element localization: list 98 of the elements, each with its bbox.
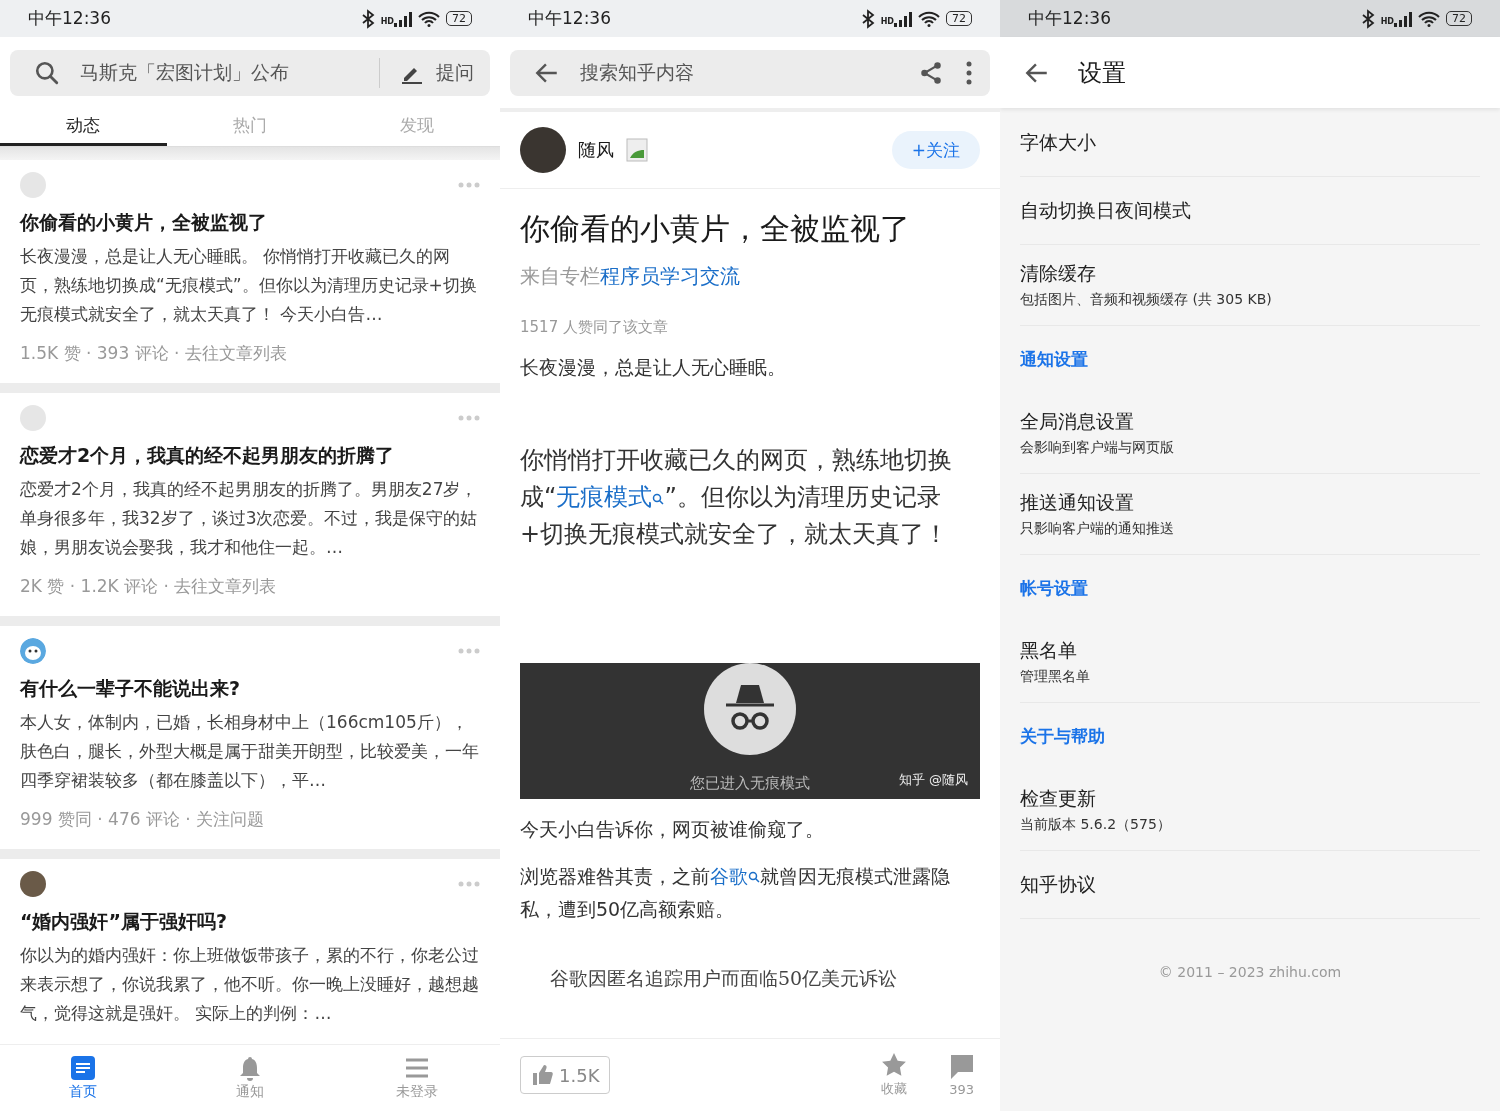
likes-line: 1517 人赞同了该文章 [520, 318, 669, 337]
feed-card[interactable]: 你偷看的小黄片，全被监视了 长夜漫漫，总是让人无心睡眠。 你悄悄打开收藏已久的网页，熟练地切换成“无痕模式”。但你以为清理历史记录+切换无痕模式就安全了，就太天真了！ 今天小白告… 1.5K 赞 · 393 评论 · 去往文章列表 [0, 160, 500, 383]
like-button[interactable]: 1.5K [520, 1056, 611, 1094]
settings-item[interactable]: 字体大小 [1020, 109, 1480, 177]
item-description: 管理黑名单 [1020, 668, 1091, 686]
article-title: 你偷看的小黄片，全被监视了 [520, 210, 911, 248]
follow-button[interactable]: +关注 [891, 131, 980, 169]
section-heading: 关于与帮助 [1020, 725, 1106, 748]
share-icon [918, 60, 944, 86]
more-icon [458, 415, 480, 421]
more-icon [964, 60, 974, 86]
avatar [20, 638, 46, 664]
search-icon [652, 493, 665, 505]
article-paragraph: 浏览器难咎其责，之前谷歌 就曾因无痕模式泄露隐私，遭到50亿高额索赔。 [520, 864, 951, 922]
avatar [520, 127, 566, 173]
image-credit: 知乎 @随风 [898, 771, 968, 789]
settings-item[interactable]: 全局消息设置 会影响到客户端与网页版 [1020, 393, 1480, 474]
more-icon [458, 881, 480, 887]
keyword-link[interactable]: 谷歌 [710, 865, 760, 887]
settings-item[interactable]: 自动切换日夜间模式 [1020, 177, 1480, 245]
item-description: 会影响到客户端与网页版 [1020, 439, 1175, 457]
card-excerpt: 恋爱才2个月，我真的经不起男朋友的折腾了。男朋友27岁，单身很多年，我32岁了，谈过3次恋爱。不过，我是保守的姑娘，男朋友说会娶我，我才和他住一起。… [20, 478, 479, 559]
clock: 中午12:36 [28, 7, 111, 30]
signal-icon [394, 10, 412, 27]
star-icon [881, 1052, 908, 1078]
settings-item[interactable]: 黑名单 管理黑名单 [1020, 622, 1480, 703]
column-link[interactable]: 程序员学习交流 [600, 264, 740, 288]
article-paragraph: 你悄悄打开收藏已久的网页，熟练地切换成“无痕模式 ”。但你以为清理历史记录+切换无痕模式就安全了，就太天真了！ [520, 445, 953, 550]
settings-item[interactable]: 推送通知设置 只影响客户端的通知推送 [1020, 474, 1480, 555]
link-card-title[interactable]: 谷歌因匿名追踪用户而面临50亿美元诉讼 [520, 966, 980, 992]
card-excerpt: 长夜漫漫，总是让人无心睡眠。 你悄悄打开收藏已久的网页，熟练地切换成“无痕模式”。但你以为清理历史记录+切换无痕模式就安全了，就太天真了！ 今天小白告… [20, 245, 478, 326]
author-name[interactable]: 随风 [578, 138, 614, 162]
feed-card[interactable]: “婚内强奸”属于强奸吗? 你以为的婚内强奸：你上班做饭带孩子，累的不行，你老公过来表示想了，你说我累了，他不听。你一晚上没睡好，越想越气，觉得这就是强奸。 实际上的判例：… [0, 859, 500, 1044]
copyright: © 2011 – 2023 zhihu.com [1157, 964, 1343, 980]
item-label: 自动切换日夜间模式 [1020, 197, 1192, 223]
card-meta: 999 赞同 · 476 评论 · 关注问题 [20, 808, 266, 831]
network-label: HD [380, 16, 394, 26]
search-icon [34, 60, 60, 86]
card-title: 恋爱才2个月，我真的经不起男朋友的折腾了 [20, 443, 396, 468]
bluetooth-icon [360, 8, 375, 29]
feed-card[interactable]: 有什么一辈子不能说出来? 本人女，体制内，已婚，长相身材中上（166cm105斤），肤色白，腿长，外型大概是属于甜美开朗型，比较爱美，一年四季穿裙装较多（都在膝盖以下），平… 999 赞同 · 476 评论 · 关注问题 [0, 626, 500, 849]
section-heading: 帐号设置 [1020, 577, 1089, 600]
feed-card[interactable]: 恋爱才2个月，我真的经不起男朋友的折腾了 恋爱才2个月，我真的经不起男朋友的折腾了。男朋友27岁，单身很多年，我32岁了，谈过3次恋爱。不过，我是保守的姑娘，男朋友说会娶我，我才和他住一起。… 2K 赞 · 1.2K 评论 · 去往文章列表 [0, 393, 500, 616]
avatar [20, 405, 46, 431]
item-label: 全局消息设置 [1020, 409, 1135, 434]
card-excerpt: 你以为的婚内强奸：你上班做饭带孩子，累的不行，你老公过来表示想了，你说我累了，他不听。你一晚上没睡好，越想越气，觉得这就是强奸。 实际上的判例：… [20, 944, 480, 1025]
article-paragraph: 长夜漫漫，总是让人无心睡眠。 [520, 355, 787, 380]
avatar [20, 172, 46, 198]
item-label: 清除缓存 [1020, 261, 1097, 286]
keyword-link[interactable]: 无痕模式 [556, 483, 665, 511]
nav-item[interactable]: 首页 [0, 1045, 167, 1111]
card-title: “婚内强奸”属于强奸吗? [20, 909, 228, 934]
battery-indicator: 72 [446, 11, 472, 26]
battery-indicator: 72 [946, 11, 972, 26]
signal-icon [894, 10, 912, 27]
bluetooth-icon [860, 8, 875, 29]
item-description: 只影响客户端的通知推送 [1020, 520, 1175, 538]
network-label: HD [880, 16, 894, 26]
search-field[interactable]: 搜索知乎内容 [510, 50, 990, 96]
image-caption: 您已进入无痕模式 [690, 774, 810, 793]
item-label: 黑名单 [1020, 638, 1078, 663]
wifi-icon [918, 10, 940, 27]
settings-item[interactable]: 检查更新 当前版本 5.6.2（575） [1020, 770, 1480, 851]
more-icon [458, 648, 480, 654]
item-label: 字体大小 [1020, 129, 1097, 155]
wifi-icon [1418, 10, 1440, 27]
clock: 中午12:36 [528, 7, 611, 30]
bluetooth-icon [1360, 8, 1375, 29]
battery-indicator: 72 [1446, 11, 1472, 26]
network-label: HD [1380, 16, 1394, 26]
search-field[interactable]: 马斯克「宏图计划」公布 提问 [10, 50, 490, 96]
card-title: 有什么一辈子不能说出来? [20, 676, 242, 701]
card-excerpt: 本人女，体制内，已婚，长相身材中上（166cm105斤），肤色白，腿长，外型大概是属于甜美开朗型，比较爱美，一年四季穿裙装较多（都在膝盖以下），平… [20, 711, 480, 792]
wifi-icon [418, 10, 440, 27]
column-line: 来自专栏程序员学习交流 [520, 263, 741, 290]
broken-image-icon [626, 138, 648, 162]
settings-item[interactable]: 知乎协议 [1020, 851, 1480, 919]
card-meta: 1.5K 赞 · 393 评论 · 去往文章列表 [20, 342, 288, 365]
page-title: 设置 [1078, 57, 1126, 89]
card-meta: 2K 赞 · 1.2K 评论 · 去往文章列表 [20, 575, 278, 598]
item-description: 当前版本 5.6.2（575） [1020, 816, 1172, 834]
comment-icon [949, 1053, 974, 1080]
article-paragraph: 今天小白告诉你，网页被谁偷窥了。 [520, 817, 825, 842]
signal-icon [1394, 10, 1412, 27]
ask-button[interactable]: 提问 [400, 60, 474, 86]
settings-item[interactable]: 清除缓存 包括图片、音频和视频缓存 (共 305 KB) [1020, 245, 1480, 326]
section-heading: 通知设置 [1020, 348, 1089, 371]
avatar [20, 871, 46, 897]
thumb-up-icon [531, 1064, 553, 1086]
home-icon [70, 1055, 97, 1081]
clock: 中午12:36 [1028, 7, 1111, 30]
more-icon [458, 182, 480, 188]
item-description: 包括图片、音频和视频缓存 (共 305 KB) [1020, 291, 1273, 309]
item-label: 检查更新 [1020, 786, 1097, 811]
item-label: 推送通知设置 [1020, 490, 1135, 515]
item-label: 知乎协议 [1020, 871, 1097, 897]
search-icon [748, 871, 760, 883]
card-title: 你偷看的小黄片，全被监视了 [20, 210, 268, 235]
